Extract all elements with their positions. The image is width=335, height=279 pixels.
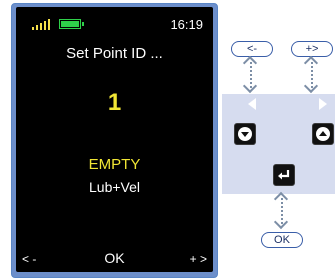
- keypad-panel: [222, 94, 335, 194]
- point-status: EMPTY: [88, 156, 141, 173]
- up-key[interactable]: [312, 123, 334, 145]
- enter-key[interactable]: [273, 164, 295, 186]
- chevron-down-icon: [273, 214, 289, 230]
- plus-key-label[interactable]: +>: [291, 41, 333, 57]
- device-screen: 16:19 Set Point ID ... 1 EMPTY Lub+Vel <…: [16, 7, 213, 272]
- right-arrow-icon: [319, 98, 327, 110]
- screen-title: Set Point ID ...: [66, 45, 163, 62]
- status-bar: 16:19: [16, 7, 213, 37]
- device-frame: 16:19 Set Point ID ... 1 EMPTY Lub+Vel <…: [11, 3, 218, 278]
- enter-return-icon: [278, 170, 290, 180]
- softkey-plus[interactable]: + >: [190, 252, 207, 266]
- ok-key-label[interactable]: OK: [261, 232, 303, 248]
- down-triangle-icon: [238, 127, 252, 141]
- chevron-down-icon: [303, 78, 319, 94]
- chevron-down-icon: [242, 78, 258, 94]
- down-key[interactable]: [234, 123, 256, 145]
- minus-key-label[interactable]: <-: [231, 41, 273, 57]
- battery-icon: [59, 19, 84, 29]
- clock-time: 16:19: [170, 17, 203, 32]
- point-id-value: 1: [107, 89, 122, 116]
- measurement-mode: Lub+Vel: [89, 179, 140, 195]
- up-triangle-icon: [316, 127, 330, 141]
- left-arrow-icon: [248, 98, 256, 110]
- softkey-ok[interactable]: OK: [16, 250, 213, 266]
- signal-bars-icon: [32, 19, 52, 30]
